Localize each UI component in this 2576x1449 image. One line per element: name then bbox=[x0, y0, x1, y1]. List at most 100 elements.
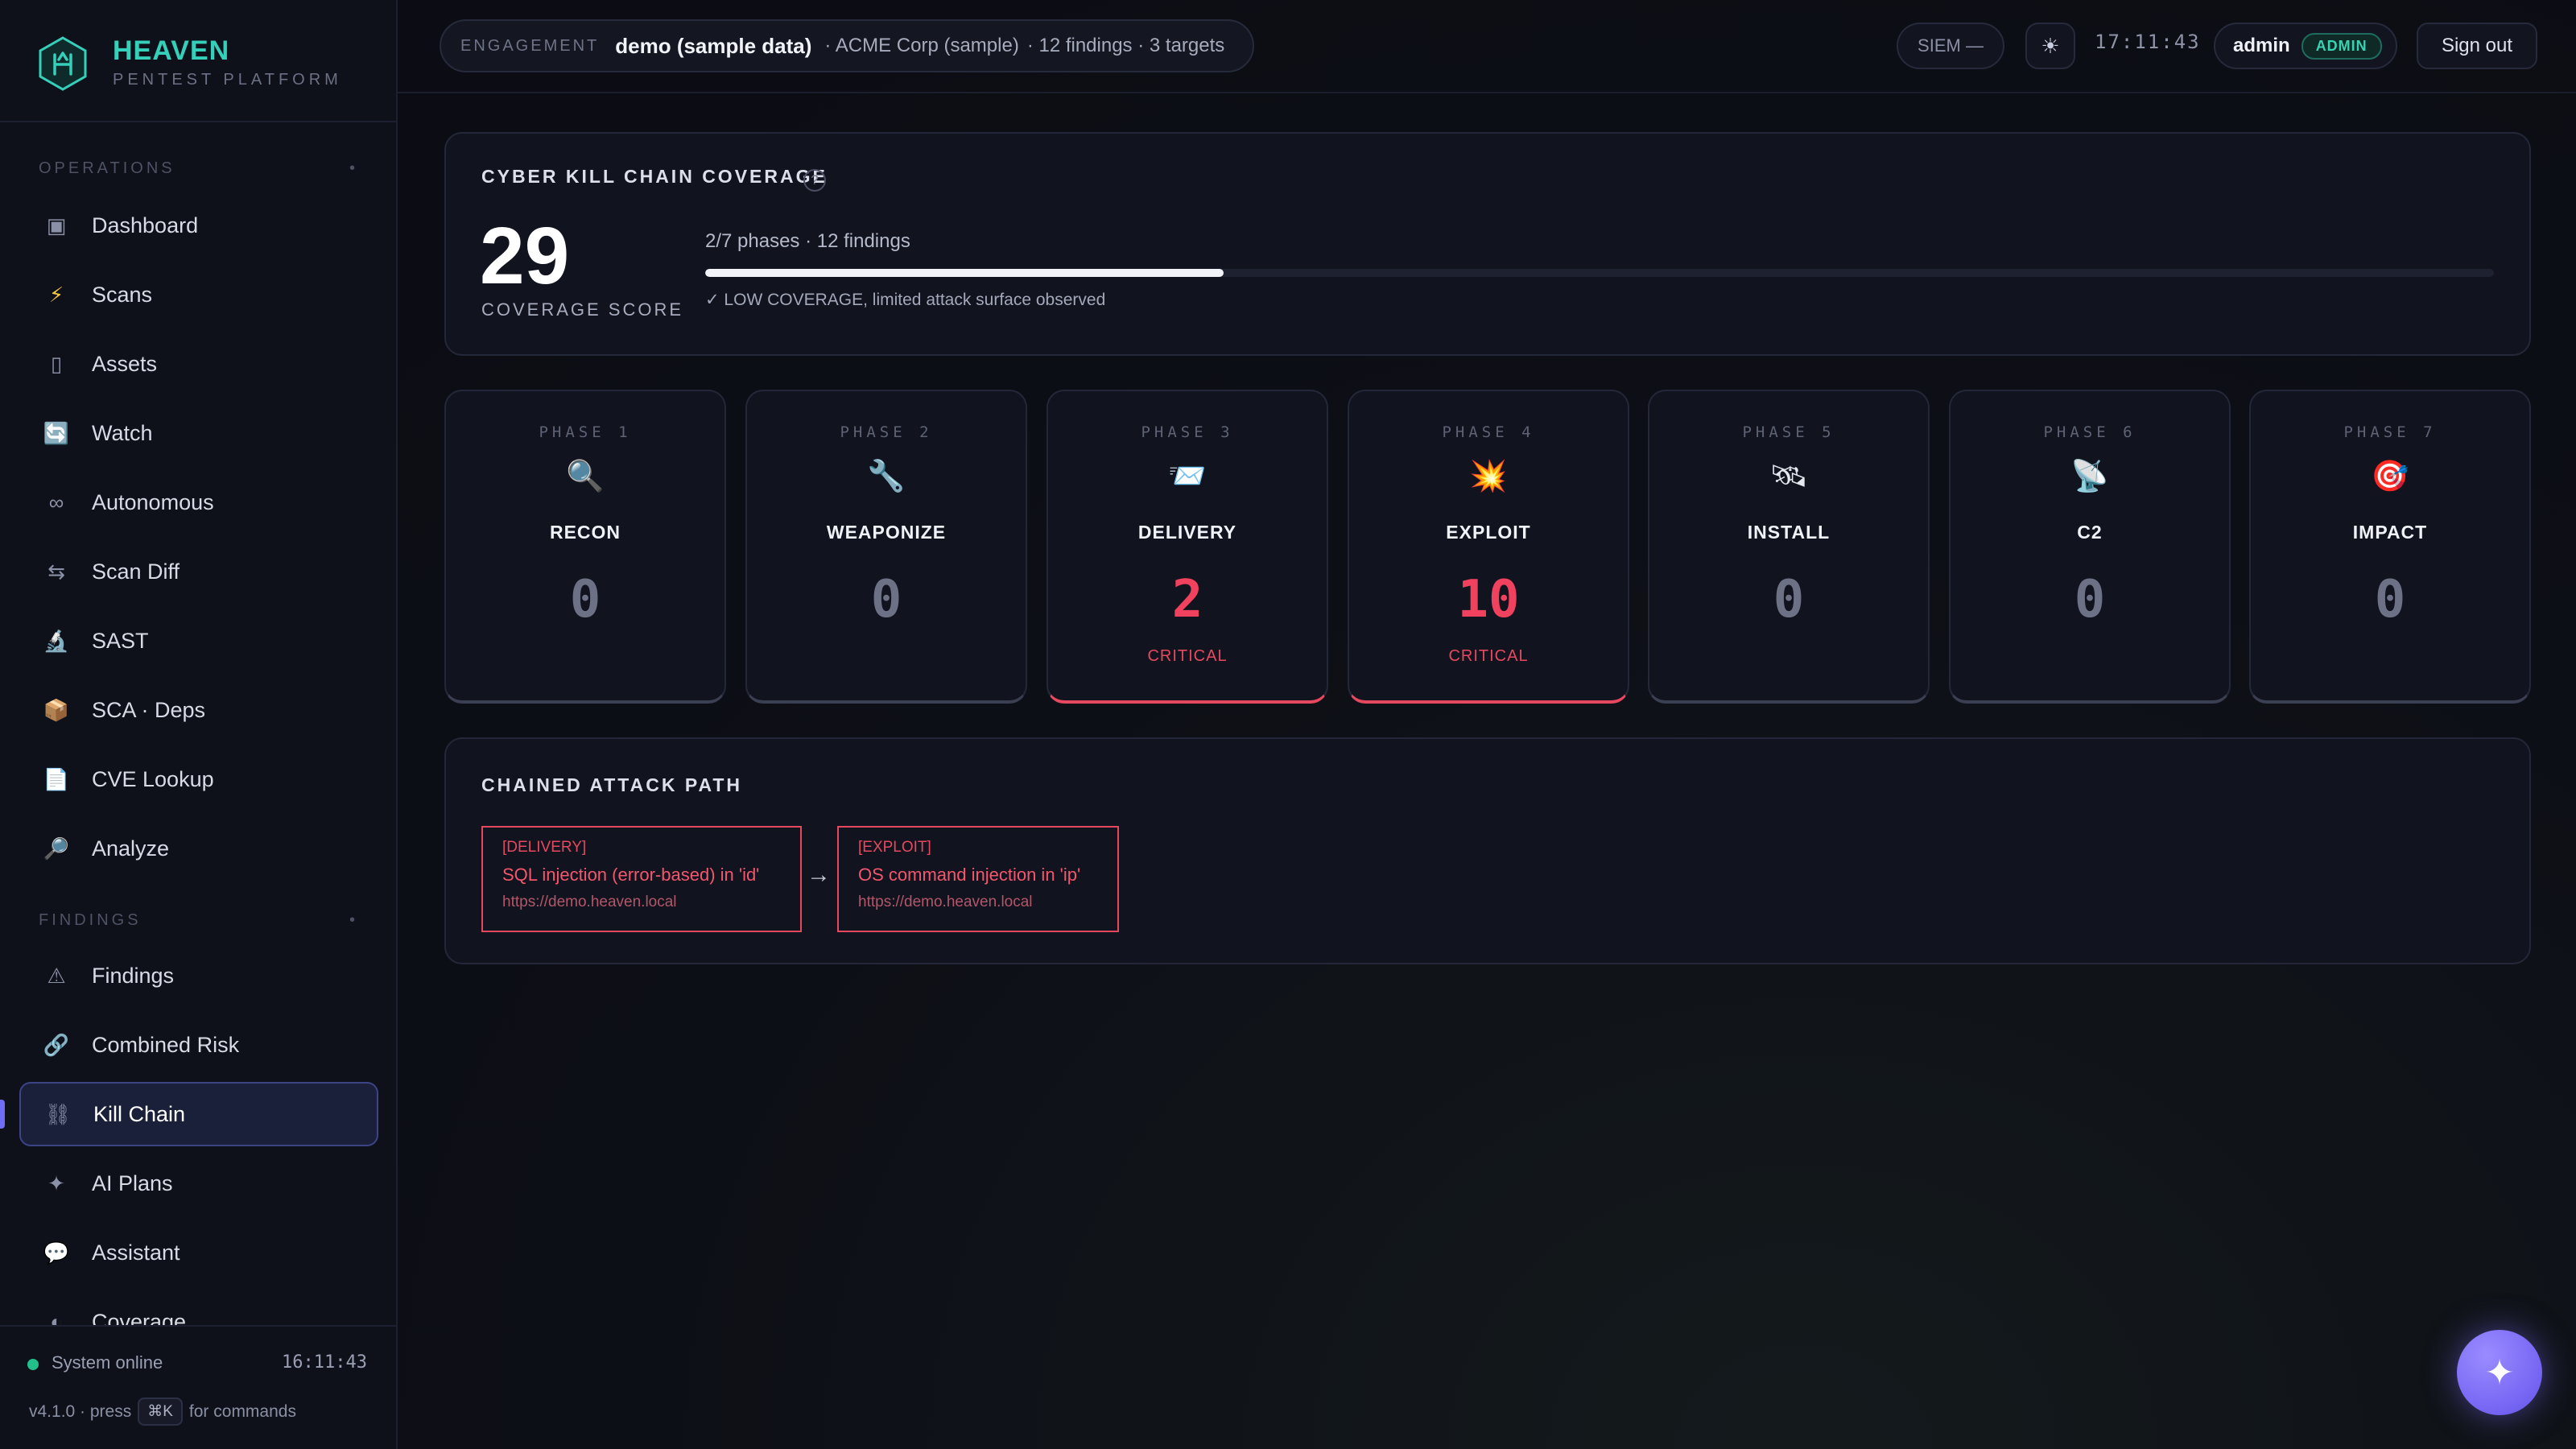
sidebar-item-label: Findings bbox=[92, 963, 175, 988]
engagement-selector[interactable]: ENGAGEMENT demo (sample data) · ACME Cor… bbox=[440, 19, 1254, 72]
attack-path-card: CHAINED ATTACK PATH [DELIVERY] SQL injec… bbox=[444, 737, 2531, 964]
dashboard-icon: ▣ bbox=[46, 213, 67, 237]
step-finding-title: OS command injection in 'ip' bbox=[858, 865, 1081, 885]
phase-number: PHASE 5 bbox=[1742, 423, 1835, 441]
section-operations-label: OPERATIONS bbox=[39, 159, 175, 177]
sidebar-item-kill-chain[interactable]: ⛓ Kill Chain bbox=[19, 1082, 378, 1146]
active-indicator bbox=[0, 1100, 5, 1129]
phase-name: WEAPONIZE bbox=[826, 522, 947, 543]
sidebar-item-ai-plans[interactable]: ✦ AI Plans bbox=[19, 1151, 378, 1216]
version-text: v4.1.0 · press bbox=[29, 1402, 132, 1421]
help-icon[interactable]: ? bbox=[803, 169, 826, 192]
sidebar-item-sca-deps[interactable]: 📦 SCA · Deps bbox=[19, 678, 378, 742]
sidebar-item-watch[interactable]: 🔄 Watch bbox=[19, 401, 378, 465]
inbox-icon: 📨 bbox=[1168, 460, 1207, 493]
phase-number: PHASE 6 bbox=[2043, 423, 2136, 441]
chain-icon: ⛓ bbox=[44, 1101, 72, 1126]
sidebar-item-label: Autonomous bbox=[92, 489, 214, 514]
phase-number: PHASE 4 bbox=[1442, 423, 1535, 441]
step-phase-tag: [DELIVERY] bbox=[502, 839, 587, 856]
sidebar-item-label: SAST bbox=[92, 628, 149, 653]
package-icon: 📦 bbox=[43, 697, 70, 722]
phase-card-install[interactable]: PHASE 5 🛰 INSTALL 0 bbox=[1648, 390, 1930, 704]
phase-name: EXPLOIT bbox=[1446, 522, 1531, 543]
ai-assistant-button[interactable]: ✦ bbox=[2457, 1330, 2542, 1415]
link-icon: 🔗 bbox=[43, 1032, 70, 1057]
phase-card-exploit[interactable]: PHASE 4 💥 EXPLOIT 10 CRITICAL bbox=[1348, 390, 1629, 704]
sidebar-footer: System online 16:11:43 v4.1.0 · press ⌘K… bbox=[0, 1325, 396, 1449]
sidebar-item-assistant[interactable]: 💬 Assistant bbox=[19, 1220, 378, 1285]
sidebar-item-cve-lookup[interactable]: 📄 CVE Lookup bbox=[19, 747, 378, 811]
sun-icon[interactable]: ☀ bbox=[2025, 23, 2075, 69]
infinity-icon: ∞ bbox=[48, 489, 64, 514]
brand-name: HEAVEN bbox=[113, 35, 230, 66]
chat-icon: 💬 bbox=[43, 1240, 70, 1265]
topbar: ENGAGEMENT demo (sample data) · ACME Cor… bbox=[398, 0, 2576, 93]
half-circle-icon: ◐ bbox=[50, 1309, 63, 1326]
sidebar-nav[interactable]: OPERATIONS • ▣ Dashboard ⚡ Scans ▯ Asset… bbox=[0, 122, 396, 1325]
attack-path-title: CHAINED ATTACK PATH bbox=[481, 774, 743, 795]
antenna-icon: 📡 bbox=[2070, 460, 2109, 493]
phase-count: 10 bbox=[1457, 570, 1520, 630]
command-shortcut-key[interactable]: ⌘K bbox=[138, 1397, 183, 1426]
section-findings-label: FINDINGS bbox=[39, 911, 142, 929]
phase-card-delivery[interactable]: PHASE 3 📨 DELIVERY 2 CRITICAL bbox=[1046, 390, 1328, 704]
sidebar-item-sast[interactable]: 🔬 SAST bbox=[19, 609, 378, 673]
arrow-right-icon: → bbox=[807, 861, 831, 888]
satellite-icon: 🛰 bbox=[1769, 460, 1809, 493]
attack-step-exploit[interactable]: [EXPLOIT] OS command injection in 'ip' h… bbox=[837, 826, 1119, 932]
document-icon: 📄 bbox=[43, 766, 70, 791]
sign-out-button[interactable]: Sign out bbox=[2417, 23, 2537, 69]
phase-severity: CRITICAL bbox=[1147, 647, 1228, 665]
phase-count: 0 bbox=[1773, 570, 1805, 630]
phase-name: IMPACT bbox=[2352, 522, 2428, 543]
sidebar-item-autonomous[interactable]: ∞ Autonomous bbox=[19, 470, 378, 535]
sidebar-item-analyze[interactable]: 🔎 Analyze bbox=[19, 816, 378, 881]
section-findings-toggle[interactable]: • bbox=[349, 911, 355, 930]
sidebar-item-dashboard[interactable]: ▣ Dashboard bbox=[19, 193, 378, 258]
phase-number: PHASE 1 bbox=[539, 423, 632, 441]
coverage-summary: 2/7 phases · 12 findings bbox=[705, 230, 910, 252]
sidebar-item-label: Combined Risk bbox=[92, 1032, 240, 1057]
section-operations-toggle[interactable]: • bbox=[349, 159, 355, 178]
sidebar-item-findings[interactable]: ⚠ Findings bbox=[19, 943, 378, 1008]
phase-card-weaponize[interactable]: PHASE 2 🔧 WEAPONIZE 0 bbox=[745, 390, 1027, 704]
step-target-url: https://demo.heaven.local bbox=[858, 894, 1033, 910]
attack-step-delivery[interactable]: [DELIVERY] SQL injection (error-based) i… bbox=[481, 826, 802, 932]
engagement-label: ENGAGEMENT bbox=[460, 36, 600, 55]
user-menu[interactable]: admin ADMIN bbox=[2214, 23, 2397, 69]
magnifier-icon: 🔎 bbox=[43, 836, 70, 861]
sidebar-item-coverage[interactable]: ◐ Coverage bbox=[19, 1290, 378, 1326]
version-hint: v4.1.0 · press ⌘K for commands bbox=[29, 1397, 296, 1426]
phase-count: 0 bbox=[569, 570, 601, 630]
phase-card-c2[interactable]: PHASE 6 📡 C2 0 bbox=[1949, 390, 2231, 704]
sidebar-item-scans[interactable]: ⚡ Scans bbox=[19, 262, 378, 327]
sparkle-icon: ✦ bbox=[47, 1170, 65, 1195]
sidebar-item-combined-risk[interactable]: 🔗 Combined Risk bbox=[19, 1013, 378, 1077]
sidebar-item-assets[interactable]: ▯ Assets bbox=[19, 332, 378, 396]
sidebar: HEAVEN PENTEST PLATFORM OPERATIONS • ▣ D… bbox=[0, 0, 398, 1449]
coverage-card: CYBER KILL CHAIN COVERAGE ? 29 COVERAGE … bbox=[444, 132, 2531, 356]
version-suffix: for commands bbox=[188, 1402, 296, 1421]
phase-number: PHASE 2 bbox=[840, 423, 933, 441]
siem-status-button[interactable]: SIEM — bbox=[1897, 23, 2004, 69]
sidebar-item-scan-diff[interactable]: ⇆ Scan Diff bbox=[19, 539, 378, 604]
coverage-score: 29 bbox=[480, 211, 570, 301]
phase-count: 0 bbox=[870, 570, 902, 630]
system-status: System online bbox=[52, 1352, 163, 1373]
sidebar-item-label: Analyze bbox=[92, 836, 170, 861]
brand: HEAVEN PENTEST PLATFORM bbox=[0, 0, 396, 122]
sidebar-item-label: CVE Lookup bbox=[92, 766, 214, 791]
heaven-logo-icon bbox=[39, 36, 87, 91]
sidebar-item-label: Coverage bbox=[92, 1309, 187, 1326]
coverage-progress-fill bbox=[705, 269, 1224, 277]
sidebar-item-label: AI Plans bbox=[92, 1170, 173, 1195]
refresh-icon: 🔄 bbox=[43, 420, 70, 445]
engagement-client: · ACME Corp (sample) bbox=[824, 35, 1019, 56]
sidebar-item-label: Watch bbox=[92, 420, 153, 445]
phase-card-recon[interactable]: PHASE 1 🔍 RECON 0 bbox=[444, 390, 726, 704]
phase-count: 2 bbox=[1171, 570, 1203, 630]
phase-name: RECON bbox=[549, 522, 621, 543]
phase-card-impact[interactable]: PHASE 7 🎯 IMPACT 0 bbox=[2249, 390, 2531, 704]
engagement-stats: · 12 findings · 3 targets bbox=[1026, 35, 1225, 56]
